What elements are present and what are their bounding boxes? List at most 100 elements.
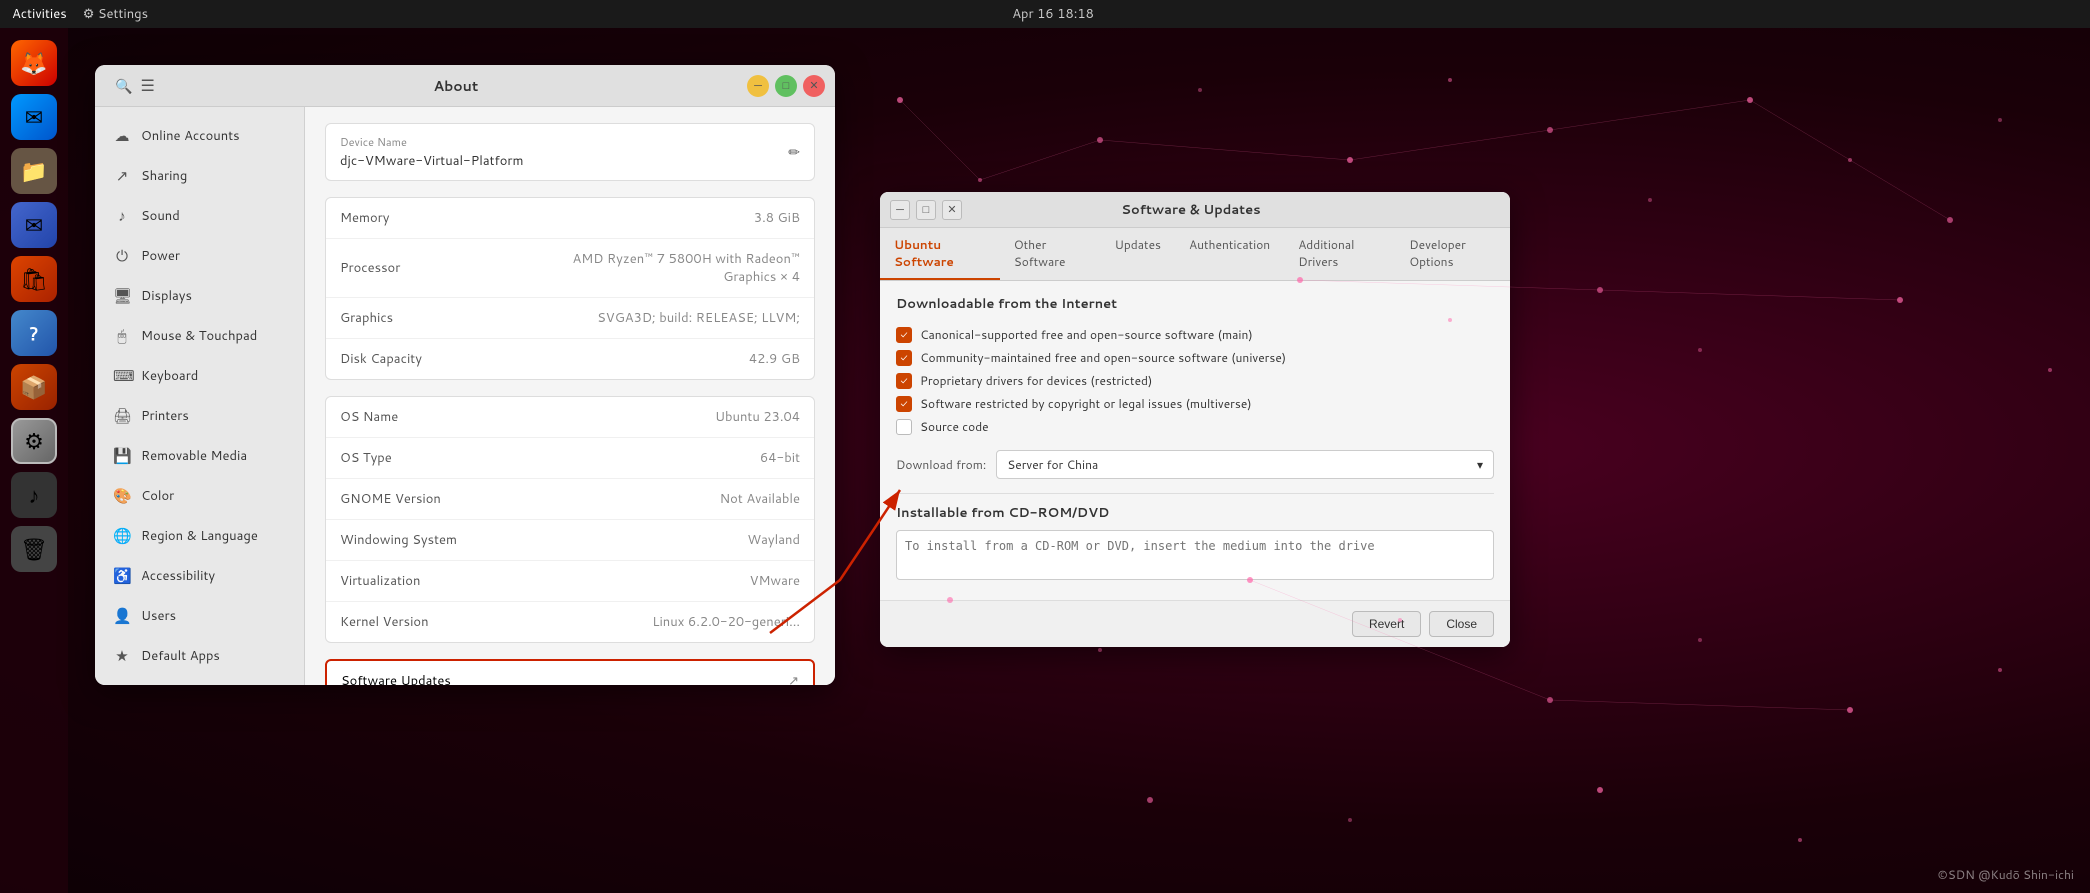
checkbox-multiverse[interactable]: ✓ — [896, 396, 912, 412]
checkbox-label-source: Source code — [920, 418, 989, 435]
region-icon: 🌐 — [113, 525, 131, 546]
tab-developer-options[interactable]: Developer Options — [1395, 228, 1510, 280]
sidebar-item-date-time[interactable]: 🕐 Date & Time — [99, 676, 300, 685]
os-type-key: OS Type — [340, 449, 392, 467]
users-icon: 👤 — [113, 605, 131, 626]
memory-row: Memory 3.8 GiB — [326, 198, 814, 239]
hamburger-icon[interactable]: ☰ — [140, 74, 154, 97]
divider — [896, 493, 1494, 494]
sidebar-item-sound[interactable]: ♪ Sound — [99, 196, 300, 235]
sidebar-item-accessibility[interactable]: ♿ Accessibility — [99, 556, 300, 595]
sidebar-label-users: Users — [141, 607, 176, 625]
download-from-row: Download from: Server for China ▾ — [896, 450, 1494, 479]
activities-button[interactable]: Activities — [12, 5, 67, 23]
os-name-key: OS Name — [340, 408, 398, 426]
tab-updates[interactable]: Updates — [1101, 228, 1175, 280]
mouse-icon: 🖱 — [113, 325, 131, 346]
default-apps-icon: ★ — [113, 645, 131, 666]
checkbox-label-universe: Community-maintained free and open-sourc… — [920, 349, 1286, 366]
kernel-version-key: Kernel Version — [340, 613, 429, 631]
downloadable-section-title: Downloadable from the Internet — [896, 295, 1494, 313]
sw-close-button[interactable]: ✕ — [942, 200, 962, 220]
minimize-button[interactable]: ─ — [747, 75, 769, 97]
sharing-icon: ↗ — [113, 165, 131, 186]
checkbox-source[interactable] — [896, 419, 912, 435]
dock-music[interactable]: ♪ — [11, 472, 57, 518]
disk-capacity-key: Disk Capacity — [340, 350, 422, 368]
sidebar-label-printers: Printers — [141, 407, 189, 425]
software-updates-label: Software Updates — [341, 672, 451, 685]
close-button[interactable]: ✕ — [803, 75, 825, 97]
dock-thunderbird[interactable]: ✉ — [11, 94, 57, 140]
sw-tabs: Ubuntu Software Other Software Updates A… — [880, 228, 1510, 281]
checkbox-row-universe: ✓ Community-maintained free and open-sou… — [896, 346, 1494, 369]
watermark: ©SDN @Kudō Shin-ichi — [1937, 866, 2074, 883]
topbar: Activities ⚙ Settings Apr 16 18:18 — [0, 0, 2090, 28]
sidebar-label-displays: Displays — [141, 287, 192, 305]
sw-body: Downloadable from the Internet ✓ Canonic… — [880, 281, 1510, 600]
cd-rom-input[interactable] — [896, 530, 1494, 580]
sidebar-item-region-language[interactable]: 🌐 Region & Language — [99, 516, 300, 555]
tab-other-software[interactable]: Other Software — [1000, 228, 1101, 280]
keyboard-icon: ⌨ — [113, 365, 131, 386]
sidebar-item-keyboard[interactable]: ⌨ Keyboard — [99, 356, 300, 395]
disk-capacity-row: Disk Capacity 42.9 GB — [326, 339, 814, 379]
sidebar-label-sound: Sound — [141, 207, 180, 225]
tab-authentication[interactable]: Authentication — [1175, 228, 1284, 280]
software-updates-row[interactable]: Software Updates ↗ — [325, 659, 815, 685]
virtualization-value: VMware — [750, 572, 800, 590]
processor-value: AMD Ryzen™ 7 5800H with Radeon™ Graphics… — [524, 250, 800, 286]
tab-ubuntu-software[interactable]: Ubuntu Software — [880, 228, 1000, 280]
dock-evolution[interactable]: ✉ — [11, 202, 57, 248]
sidebar-item-users[interactable]: 👤 Users — [99, 596, 300, 635]
sidebar-item-power[interactable]: ⏻ Power — [99, 236, 300, 275]
sw-updates-titlebar: ─ □ ✕ Software & Updates — [880, 192, 1510, 228]
sidebar-item-sharing[interactable]: ↗ Sharing — [99, 156, 300, 195]
checkbox-universe[interactable]: ✓ — [896, 350, 912, 366]
download-from-select[interactable]: Server for China ▾ — [996, 450, 1494, 479]
dock-ubuntu-software[interactable]: 🛍 — [11, 256, 57, 302]
dock-firefox[interactable]: 🦊 — [11, 40, 57, 86]
dock-snap[interactable]: 📦 — [11, 364, 57, 410]
checkbox-main[interactable]: ✓ — [896, 327, 912, 343]
cd-rom-section: Installable from CD-ROM/DVD — [896, 504, 1494, 586]
sw-minimize-button[interactable]: ─ — [890, 200, 910, 220]
edit-icon[interactable]: ✏ — [788, 142, 800, 162]
processor-row: Processor AMD Ryzen™ 7 5800H with Radeon… — [326, 239, 814, 298]
device-name-value: djc-VMware-Virtual-Platform — [340, 152, 524, 170]
sidebar-item-mouse-touchpad[interactable]: 🖱 Mouse & Touchpad — [99, 316, 300, 355]
revert-button[interactable]: Revert — [1352, 611, 1421, 637]
sidebar-item-default-apps[interactable]: ★ Default Apps — [99, 636, 300, 675]
sidebar-item-online-accounts[interactable]: ☁ Online Accounts — [99, 116, 300, 155]
gnome-version-key: GNOME Version — [340, 490, 441, 508]
settings-window: 🔍 ☰ About ─ □ ✕ ☁ Online Accounts ↗ Shar… — [95, 65, 835, 685]
printer-icon: 🖨 — [113, 405, 131, 426]
tab-additional-drivers[interactable]: Additional Drivers — [1284, 228, 1395, 280]
maximize-button[interactable]: □ — [775, 75, 797, 97]
dock-files[interactable]: 📁 — [11, 148, 57, 194]
external-link-icon: ↗ — [788, 672, 799, 685]
checkbox-row-main: ✓ Canonical-supported free and open-sour… — [896, 323, 1494, 346]
graphics-value: SVGA3D; build: RELEASE; LLVM; — [597, 309, 800, 327]
sidebar-item-printers[interactable]: 🖨 Printers — [99, 396, 300, 435]
removable-media-icon: 💾 — [113, 445, 131, 466]
graphics-key: Graphics — [340, 309, 393, 327]
sidebar-item-color[interactable]: 🎨 Color — [99, 476, 300, 515]
dock-trash[interactable]: 🗑 — [11, 526, 57, 572]
checkbox-restricted[interactable]: ✓ — [896, 373, 912, 389]
dock-settings[interactable]: ⚙ — [11, 418, 57, 464]
settings-titlebar: 🔍 ☰ About ─ □ ✕ — [95, 65, 835, 107]
dock-help[interactable]: ? — [11, 310, 57, 356]
kernel-version-value: Linux 6.2.0-20-generi... — [652, 613, 800, 631]
cd-rom-title: Installable from CD-ROM/DVD — [896, 504, 1494, 522]
settings-indicator: ⚙ Settings — [83, 5, 148, 23]
sidebar-label-accessibility: Accessibility — [141, 567, 215, 585]
sidebar-item-removable-media[interactable]: 💾 Removable Media — [99, 436, 300, 475]
close-sw-button[interactable]: Close — [1429, 611, 1494, 637]
sidebar-label-sharing: Sharing — [141, 167, 187, 185]
displays-icon: 🖥 — [113, 285, 131, 306]
sidebar-label-power: Power — [141, 247, 180, 265]
device-name-field: Device Name djc-VMware-Virtual-Platform … — [325, 123, 815, 181]
sidebar-item-displays[interactable]: 🖥 Displays — [99, 276, 300, 315]
sw-maximize-button[interactable]: □ — [916, 200, 936, 220]
